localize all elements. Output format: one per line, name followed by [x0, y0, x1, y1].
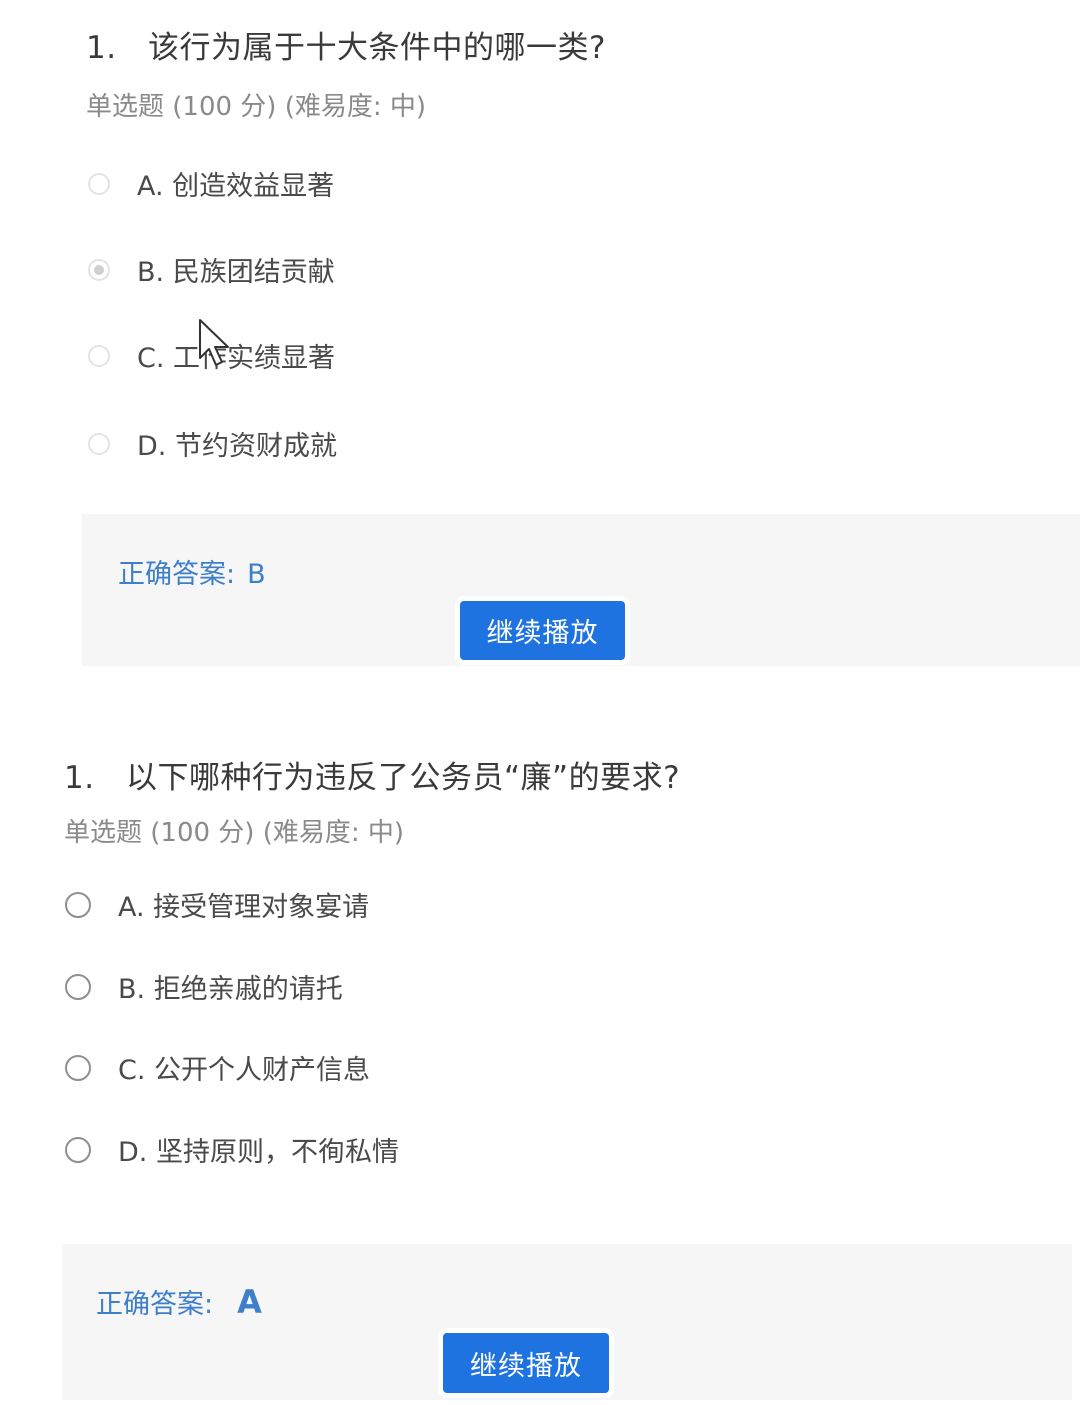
radio-button-icon[interactable] [65, 891, 91, 918]
option-label: A. 接受管理对象宴请 [118, 892, 370, 923]
question-number: 1. [64, 760, 95, 796]
correct-answer-value: B [247, 559, 266, 590]
continue-play-button[interactable]: 继续播放 [460, 601, 625, 660]
radio-button-icon[interactable] [88, 172, 110, 195]
continue-play-button[interactable]: 继续播放 [443, 1333, 609, 1393]
correct-answer: 正确答案: B [118, 552, 266, 591]
option-c[interactable]: C. 公开个人财产信息 [65, 1048, 370, 1087]
question-meta: 单选题 (100 分) (难易度: 中) [64, 818, 405, 848]
question-title: 1. 该行为属于十大条件中的哪一类? [86, 22, 606, 67]
option-label: D. 节约资财成就 [137, 431, 337, 462]
question-text: 以下哪种行为违反了公务员“廉”的要求? [126, 760, 681, 796]
option-d[interactable]: D. 坚持原则，不徇私情 [65, 1130, 399, 1169]
correct-answer-value: A [237, 1283, 262, 1321]
radio-button-icon[interactable] [88, 344, 110, 367]
correct-answer-label: 正确答案: [118, 559, 236, 590]
mouse-pointer-icon [199, 319, 229, 366]
option-label: C. 工作实绩显著 [137, 343, 336, 374]
correct-answer: 正确答案: A [96, 1282, 262, 1321]
option-label: A. 创造效益显著 [137, 171, 335, 202]
question-meta: 单选题 (100 分) (难易度: 中) [86, 92, 427, 122]
radio-button-icon[interactable] [65, 1054, 91, 1081]
option-a[interactable]: A. 创造效益显著 [88, 164, 334, 203]
option-b[interactable]: B. 拒绝亲戚的请托 [65, 967, 343, 1006]
option-d[interactable]: D. 节约资财成就 [88, 424, 337, 463]
radio-button-icon[interactable] [88, 432, 110, 455]
question-number: 1. [86, 30, 117, 66]
radio-button-icon[interactable] [65, 1136, 91, 1163]
radio-button-icon[interactable] [65, 973, 91, 1000]
option-label: B. 民族团结贡献 [137, 257, 335, 288]
option-label: D. 坚持原则，不徇私情 [118, 1137, 399, 1168]
option-label: C. 公开个人财产信息 [118, 1055, 371, 1086]
question-title: 1. 以下哪种行为违反了公务员“廉”的要求? [64, 752, 680, 797]
correct-answer-label: 正确答案: [96, 1289, 214, 1320]
option-label: B. 拒绝亲戚的请托 [118, 974, 343, 1005]
radio-button-icon[interactable] [88, 258, 110, 281]
option-a[interactable]: A. 接受管理对象宴请 [65, 885, 369, 924]
question-text: 该行为属于十大条件中的哪一类? [148, 30, 606, 66]
option-b[interactable]: B. 民族团结贡献 [88, 250, 335, 289]
